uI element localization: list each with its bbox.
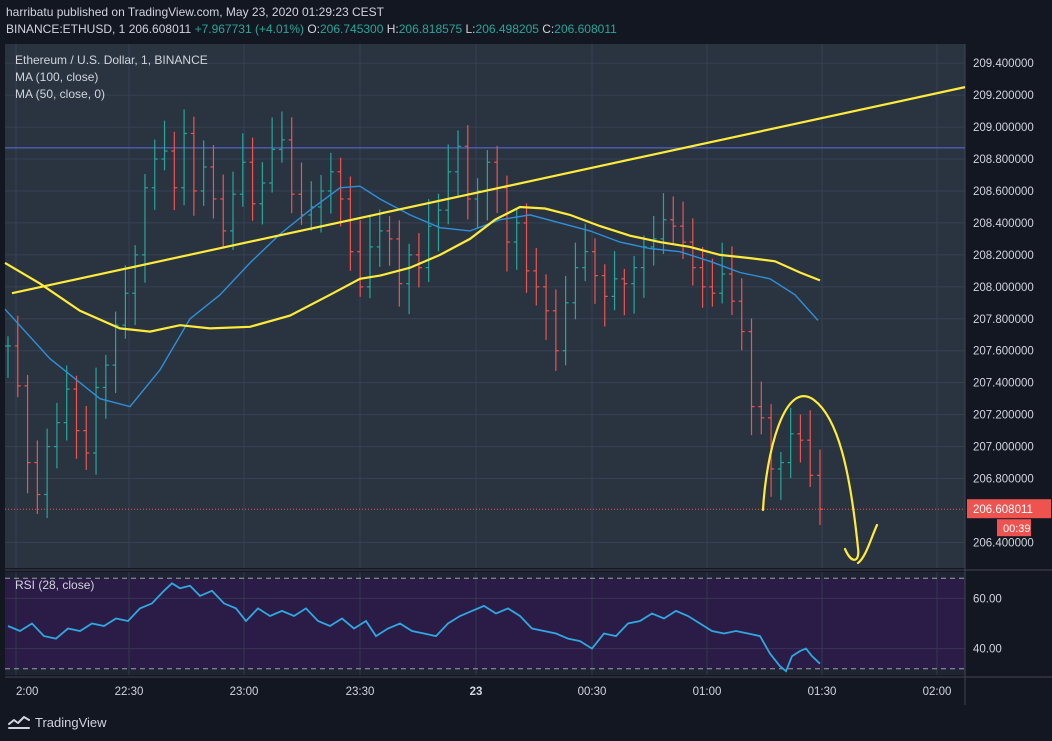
price-tick-label: 206.800000 [973,474,1034,486]
time-tick-label: 00:30 [578,686,607,698]
price-tick-label: 208.200000 [973,250,1034,262]
brand-name: TradingView [35,714,107,730]
price-tick-label: 208.400000 [973,218,1034,230]
price-tick-label: 208.600000 [973,186,1034,198]
rsi-tick-label: 40.00 [973,644,1002,656]
price-tick-label: 207.600000 [973,346,1034,358]
ma50-legend[interactable]: MA (50, close, 0) [15,87,105,101]
tradingview-brand[interactable]: TradingView [8,714,107,730]
price-pane [5,44,965,568]
chart-title: Ethereum / U.S. Dollar, 1, BINANCE [15,53,208,67]
countdown-text: 00:39 [1003,523,1031,535]
time-tick-label: 01:00 [693,686,722,698]
time-tick-label: 22:30 [115,686,144,698]
price-tick-label: 208.800000 [973,154,1034,166]
price-chart[interactable]: 209.400000 209.200000 209.000000 208.800000… [0,0,1052,741]
last-price-badge-text: 206.608011 [973,504,1033,516]
time-tick-label: 02:00 [923,686,952,698]
ma100-legend[interactable]: MA (100, close) [15,70,98,84]
time-tick-label: 23 [470,686,483,698]
time-tick-label: 23:00 [230,686,259,698]
price-tick-label: 207.800000 [973,314,1034,326]
price-tick-label: 206.400000 [973,537,1034,549]
time-tick-label: 2:00 [16,686,38,698]
tradingview-logo-icon [8,716,30,729]
rsi-band [5,578,965,669]
time-tick-label: 01:30 [808,686,837,698]
price-tick-label: 209.200000 [973,90,1034,102]
price-tick-label: 209.400000 [973,58,1034,70]
price-tick-label: 209.000000 [973,122,1034,134]
rsi-legend[interactable]: RSI (28, close) [15,578,94,592]
price-tick-label: 207.000000 [973,442,1034,454]
price-tick-label: 208.000000 [973,282,1034,294]
price-tick-label: 207.200000 [973,410,1034,422]
rsi-tick-label: 60.00 [973,593,1002,605]
time-tick-label: 23:30 [346,686,375,698]
price-tick-label: 207.400000 [973,378,1034,390]
